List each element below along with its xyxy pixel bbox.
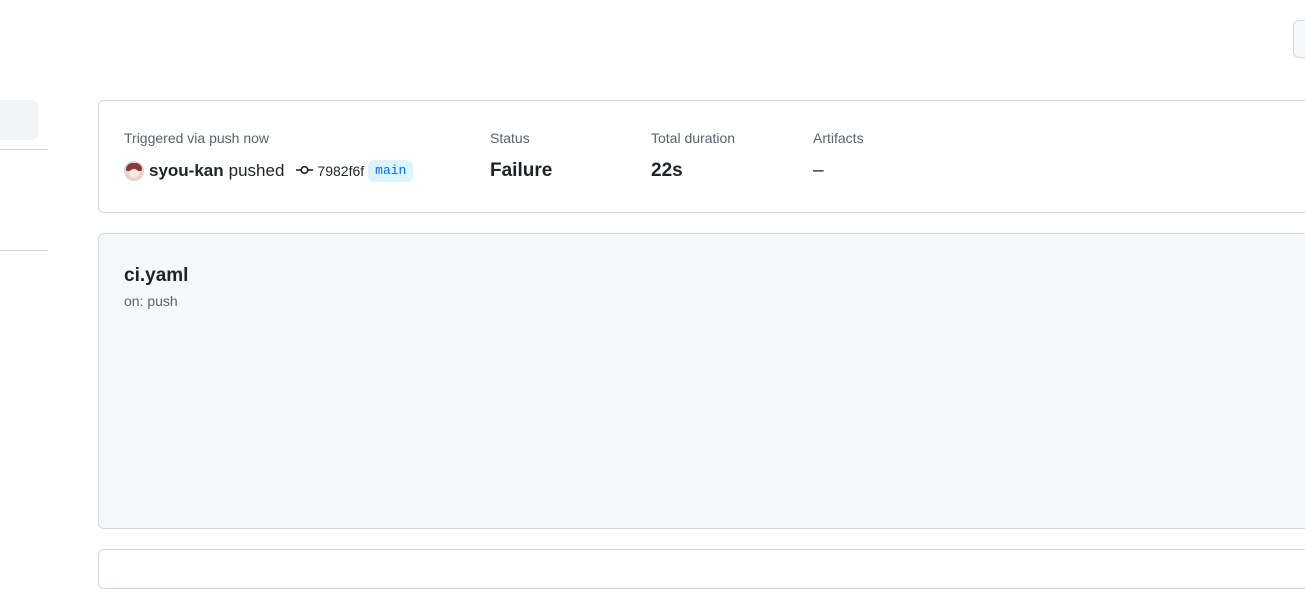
sidebar-divider <box>0 149 48 150</box>
trigger-section: Triggered via push now syou-kan pushed 7… <box>124 130 414 184</box>
git-commit-icon <box>296 162 314 180</box>
branch-badge[interactable]: main <box>368 160 414 182</box>
trigger-details: syou-kan pushed 7982f6f main <box>124 158 414 184</box>
duration-value: 22s <box>651 160 683 181</box>
bottom-card <box>98 549 1305 589</box>
duration-section: Total duration 22s <box>651 130 735 182</box>
status-value: Failure <box>490 160 553 181</box>
commit-sha-link[interactable]: 7982f6f <box>317 163 364 179</box>
workflow-file-name: ci.yaml <box>124 265 189 286</box>
user-avatar[interactable] <box>124 161 144 181</box>
artifacts-section: Artifacts – <box>813 130 864 182</box>
run-summary-card: Triggered via push now syou-kan pushed 7… <box>98 100 1305 213</box>
status-section: Status Failure <box>490 130 552 182</box>
trigger-label: Triggered via push now <box>124 130 270 146</box>
workflow-graph-card: ci.yaml on: push <box>98 233 1305 529</box>
artifacts-label: Artifacts <box>813 130 864 146</box>
artifacts-value: – <box>813 160 824 181</box>
action-text: pushed <box>228 161 285 180</box>
workflow-trigger: on: push <box>124 293 178 309</box>
status-label: Status <box>490 130 530 146</box>
sidebar-divider <box>0 250 48 251</box>
duration-label: Total duration <box>651 130 736 146</box>
actor-link[interactable]: syou-kan <box>149 161 224 181</box>
sidebar-item-selected[interactable] <box>0 100 38 140</box>
top-right-button[interactable] <box>1293 20 1305 58</box>
